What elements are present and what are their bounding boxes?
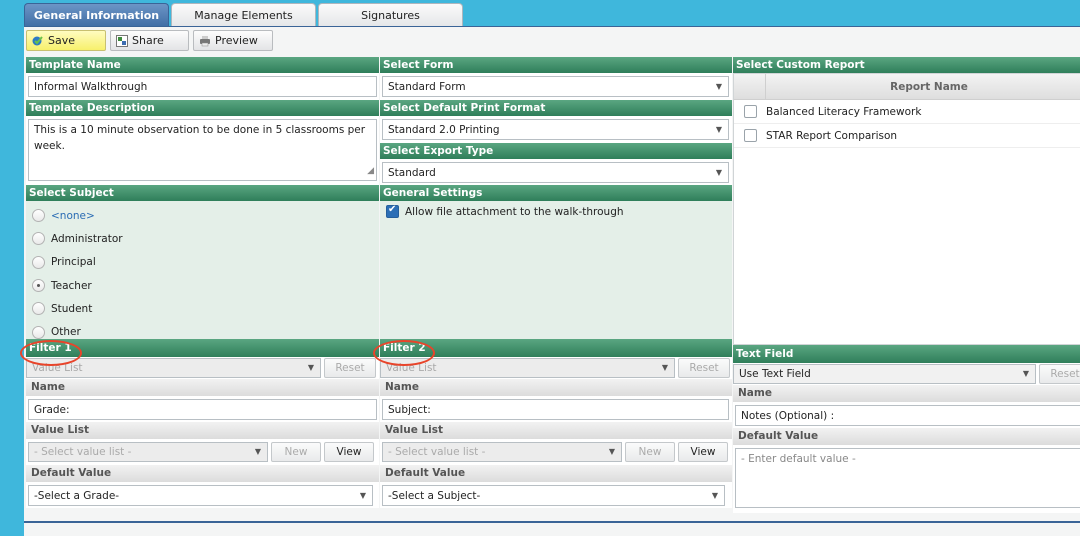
save-button[interactable]: Save [26, 30, 106, 51]
tab-general-information[interactable]: General Information [24, 3, 169, 27]
text-field-name-label: Name [733, 385, 1080, 402]
custom-report-table: Report Name Balanced Literacy Framework … [733, 73, 1080, 345]
radio-teacher[interactable] [32, 279, 45, 293]
filter2-view-button[interactable]: View [678, 442, 728, 462]
filter1-view-button[interactable]: View [324, 442, 374, 462]
filter2-new-button[interactable]: New [625, 442, 675, 462]
export-type-dropdown[interactable]: Standard [382, 162, 729, 183]
print-format-dropdown[interactable]: Standard 2.0 Printing [382, 119, 729, 140]
share-button[interactable]: Share [110, 30, 189, 51]
preview-button[interactable]: Preview [193, 30, 273, 51]
text-field-default-label: Default Value [733, 428, 1080, 445]
general-information-panel: Save Share Preview Template Name Informa… [24, 26, 1080, 536]
text-field-name-input[interactable]: Notes (Optional) : [735, 405, 1080, 426]
template-description-textarea[interactable]: This is a 10 minute observation to be do… [28, 119, 377, 181]
filter1-name-input[interactable]: Grade: [28, 399, 377, 420]
custom-report-header: Select Custom Report [733, 57, 1080, 73]
filter2-value-list-select[interactable]: - Select value list - [382, 442, 622, 462]
radio-principal[interactable] [32, 255, 45, 269]
select-form-dropdown[interactable]: Standard Form [382, 76, 729, 97]
subject-option-principal[interactable]: Principal [26, 251, 379, 274]
table-row[interactable]: Balanced Literacy Framework [734, 100, 1080, 124]
report-checkbox[interactable] [743, 105, 757, 118]
tab-manage-elements[interactable]: Manage Elements [171, 3, 316, 27]
printer-icon [199, 35, 211, 47]
radio-other[interactable] [32, 325, 45, 339]
text-field-default-textarea[interactable]: - Enter default value - [735, 448, 1080, 508]
filter2-default-label: Default Value [380, 465, 732, 482]
column-middle: Select Form Standard Form Select Default… [380, 57, 732, 508]
annotation-circle-filter2 [373, 340, 435, 366]
resize-handle-icon[interactable]: ◢ [367, 163, 374, 179]
select-form-header: Select Form [380, 57, 732, 73]
column-right: Select Custom Report Report Name Balance… [733, 57, 1080, 513]
template-name-header: Template Name [26, 57, 379, 73]
print-format-header: Select Default Print Format [380, 100, 732, 116]
save-icon [32, 35, 44, 47]
filter1-name-label: Name [26, 379, 379, 396]
template-name-input[interactable]: Informal Walkthrough [28, 76, 377, 97]
filter2-default-select[interactable]: -Select a Subject- [382, 485, 725, 506]
radio-administrator[interactable] [32, 232, 45, 246]
filter1-value-list-select[interactable]: - Select value list - [28, 442, 268, 462]
table-row[interactable]: STAR Report Comparison [734, 124, 1080, 148]
select-subject-header: Select Subject [26, 185, 379, 201]
allow-attachment-option[interactable]: Allow file attachment to the walk-throug… [386, 204, 726, 218]
filter2-name-input[interactable]: Subject: [382, 399, 729, 420]
template-description-header: Template Description [26, 100, 379, 116]
column-left: Template Name Informal Walkthrough Templ… [26, 57, 379, 508]
radio-student[interactable] [32, 302, 45, 316]
text-field-reset-button[interactable]: Reset [1039, 364, 1080, 384]
tab-signatures[interactable]: Signatures [318, 3, 463, 27]
text-field-header: Text Field [733, 345, 1080, 363]
subject-option-none[interactable]: <none> [26, 204, 379, 227]
tab-bar: General Information Manage Elements Sign… [24, 3, 463, 27]
subject-radio-group: <none> Administrator Principal Teacher S… [26, 201, 379, 339]
radio-none[interactable] [32, 209, 45, 223]
general-settings-header: General Settings [380, 185, 732, 201]
report-checkbox[interactable] [743, 129, 757, 142]
report-name-column-header: Report Name [890, 81, 968, 93]
toolbar: Save Share Preview [26, 30, 273, 51]
filter1-value-list-label: Value List [26, 422, 379, 439]
filter2-reset-button[interactable]: Reset [678, 358, 730, 378]
filter1-new-button[interactable]: New [271, 442, 321, 462]
export-type-header: Select Export Type [380, 143, 732, 159]
filter1-default-label: Default Value [26, 465, 379, 482]
filter2-value-list-label: Value List [380, 422, 732, 439]
annotation-circle-filter1 [20, 340, 82, 366]
filter1-reset-button[interactable]: Reset [324, 358, 376, 378]
subject-option-teacher[interactable]: Teacher [26, 274, 379, 297]
allow-attachment-checkbox[interactable] [386, 204, 399, 218]
subject-option-student[interactable]: Student [26, 297, 379, 320]
share-icon [116, 34, 128, 47]
filter2-name-label: Name [380, 379, 732, 396]
text-field-type-select[interactable]: Use Text Field [733, 364, 1036, 384]
filter1-default-select[interactable]: -Select a Grade- [28, 485, 373, 506]
subject-option-administrator[interactable]: Administrator [26, 227, 379, 250]
